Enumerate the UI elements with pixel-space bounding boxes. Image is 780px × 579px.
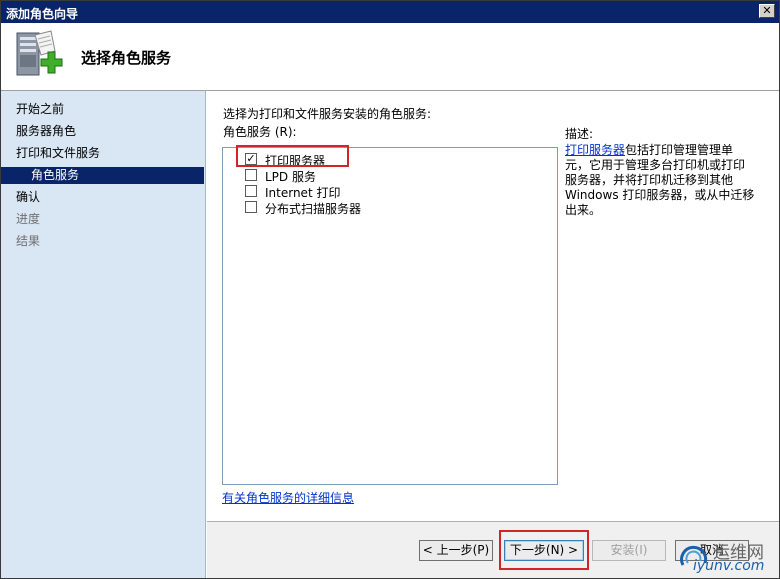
site-watermark: 运维网 iyunv.com <box>673 535 777 577</box>
annotation-highlight-box <box>236 145 349 167</box>
role-item-label: LPD 服务 <box>265 170 316 184</box>
role-services-details-link[interactable]: 有关角色服务的详细信息 <box>222 489 354 506</box>
instruction-text: 选择为打印和文件服务安装的角色服务: <box>223 107 432 121</box>
wizard-steps-nav: 开始之前 服务器角色 打印和文件服务 角色服务 确认 进度 结果 <box>1 91 206 578</box>
watermark-url: iyunv.com <box>693 558 765 574</box>
lpd-service-checkbox[interactable] <box>245 169 257 181</box>
print-server-help-link[interactable]: 打印服务器 <box>565 143 625 157</box>
wizard-header: 选择角色服务 <box>1 23 779 91</box>
nav-item-print-file-services[interactable]: 打印和文件服务 <box>16 145 100 162</box>
role-item-label: Internet 打印 <box>265 186 341 200</box>
nav-item-before-you-begin[interactable]: 开始之前 <box>16 101 64 118</box>
description-text: 打印服务器包括打印管理管理单元，它用于管理多台打印机或打印服务器，并将打印机迁移… <box>565 143 755 218</box>
internet-printing-checkbox[interactable] <box>245 185 257 197</box>
nav-item-role-services[interactable]: 角色服务 <box>1 167 204 184</box>
server-add-icon <box>16 30 63 76</box>
annotation-highlight-box <box>499 530 589 570</box>
role-item-label: 分布式扫描服务器 <box>265 202 362 216</box>
nav-item-confirmation[interactable]: 确认 <box>16 189 40 206</box>
description-label: 描述: <box>565 127 594 141</box>
install-button: 安装(I) <box>592 540 666 561</box>
title-bar[interactable]: 添加角色向导 ✕ <box>1 1 779 23</box>
nav-item-progress: 进度 <box>16 212 41 226</box>
window-title: 添加角色向导 <box>6 7 79 21</box>
add-roles-wizard-window: 添加角色向导 ✕ 选择角色服务 开始之前 服务器角色 打印和文件服务 角色服务 … <box>0 0 780 579</box>
nav-item-results: 结果 <box>16 234 41 248</box>
page-title: 选择角色服务 <box>81 49 172 67</box>
previous-button[interactable]: < 上一步(P) <box>419 540 493 561</box>
nav-item-server-roles[interactable]: 服务器角色 <box>16 123 76 140</box>
close-button[interactable]: ✕ <box>759 4 775 18</box>
role-services-list[interactable]: ✓ 打印服务器 LPD 服务 Internet 打印 分布式扫描服务器 <box>222 145 558 485</box>
distributed-scan-server-checkbox[interactable] <box>245 201 257 213</box>
main-content: 选择为打印和文件服务安装的角色服务: 角色服务 (R): ✓ 打印服务器 LPD… <box>207 91 779 521</box>
role-services-list-label: 角色服务 (R): <box>223 125 297 139</box>
